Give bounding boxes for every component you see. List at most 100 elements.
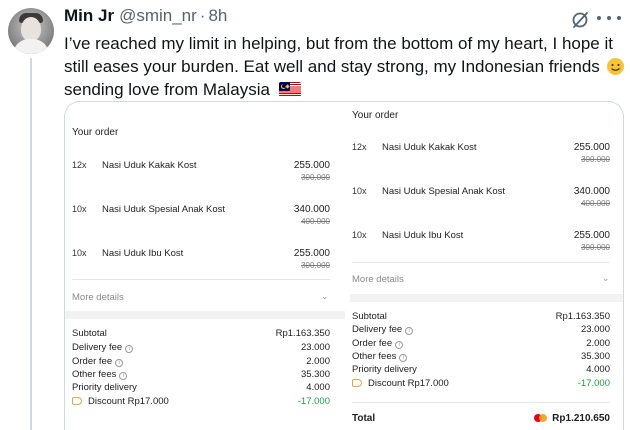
discount-label: Discount Rp17.000 [88,396,169,407]
section-separator [350,294,623,302]
subtotal-label: Subtotal [352,311,387,322]
item-qty: 10x [352,230,367,240]
item-qty: 12x [72,160,87,170]
avatar[interactable] [8,8,54,54]
order-fee-row: Order fee i 2.000 [352,338,610,351]
discount-tag-icon [72,397,82,405]
priority-delivery-value: 4.000 [306,382,330,393]
other-fees-row: Other fees i 35.300 [352,351,610,364]
item-price: 255.000 [573,142,610,153]
subtotal-label: Subtotal [72,328,107,339]
avatar-face [21,17,41,41]
order-fee-value: 2.000 [306,356,330,367]
order-fee-row: Order fee i 2.000 [72,356,330,369]
total-amount: Rp1.210.650 [534,413,610,424]
list-item: 10x Nasi Uduk Ibu Kost 255.000 300.000 [72,248,330,278]
discount-row: Discount Rp17.000 -17.000 [352,378,610,391]
malaysia-flag-icon [278,82,301,97]
tweet-header: Min Jr @smin_nr · 8h [64,6,227,28]
delivery-fee-value: 23.000 [300,342,330,353]
priority-delivery-row: Priority delivery 4.000 [352,364,610,377]
info-icon: i [115,359,124,367]
avatar-shirt [13,39,49,54]
item-old-price: 300.000 [301,261,330,270]
discount-value: -17.000 [577,378,610,389]
item-old-price: 400.000 [581,199,610,208]
info-icon: i [399,354,408,362]
delivery-fee-row: Delivery fee i 23.000 [352,324,610,337]
item-qty: 10x [72,248,87,258]
list-item: 10x Nasi Uduk Ibu Kost 255.000 300.000 [352,230,610,260]
order-title: Your order [352,110,399,121]
discount-value: -17.000 [297,396,330,407]
more-options-icon[interactable] [597,8,621,28]
list-item: 10x Nasi Uduk Spesial Anak Kost 340.000 … [72,204,330,234]
priority-delivery-row: Priority delivery 4.000 [72,382,330,395]
item-price: 340.000 [293,204,330,215]
info-icon: i [395,341,404,349]
delivery-fee-row: Delivery fee i 23.000 [72,342,330,355]
display-name[interactable]: Min Jr [64,6,114,26]
discount-label: Discount Rp17.000 [368,378,449,389]
other-fees-value: 35.300 [580,351,610,362]
tweet-media[interactable]: Your order 12x Nasi Uduk Kakak Kost 255.… [64,101,624,430]
section-separator [65,311,345,319]
item-qty: 10x [352,186,367,196]
priority-delivery-label: Priority delivery [352,364,417,375]
more-details-link: More details [72,292,124,303]
order-screenshot-left: Your order 12x Nasi Uduk Kakak Kost 255.… [65,102,345,430]
item-name: Nasi Uduk Kakak Kost [382,142,477,153]
subtotal-value: Rp1.163.350 [555,311,610,322]
divider [72,279,330,280]
order-fee-value: 2.000 [586,338,610,349]
info-icon: i [119,372,128,380]
separator-dot: · [199,6,206,25]
more-dot [617,16,621,20]
mastercard-icon [534,414,548,422]
grok-icon[interactable] [570,10,590,30]
subtotal-value: Rp1.163.350 [275,328,330,339]
chevron-down-icon: ⌄ [321,291,329,301]
subtotal-row: Subtotal Rp1.163.350 [72,328,330,341]
delivery-fee-value: 23.000 [580,324,610,335]
other-fees-label: Other fees [72,369,117,380]
total-label: Total [352,413,376,424]
order-screenshot-right: Your order 12x Nasi Uduk Kakak Kost 255.… [350,102,623,430]
item-name: Nasi Uduk Spesial Anak Kost [382,186,506,197]
more-details-link: More details [352,274,404,285]
more-dot [597,16,601,20]
chevron-down-icon: ⌄ [602,273,610,283]
total-value: Rp1.210.650 [552,413,610,424]
subtotal-row: Subtotal Rp1.163.350 [352,311,610,324]
item-old-price: 300.000 [581,243,610,252]
item-old-price: 300.000 [301,173,330,182]
other-fees-label: Other fees [352,351,397,362]
other-fees-row: Other fees i 35.300 [72,369,330,382]
discount-tag-icon [352,379,362,387]
list-item: 12x Nasi Uduk Kakak Kost 255.000 300.000 [352,142,610,172]
priority-delivery-value: 4.000 [586,364,610,375]
item-qty: 12x [352,142,367,152]
priority-delivery-label: Priority delivery [72,382,137,393]
user-handle[interactable]: @smin_nr [119,6,197,26]
timestamp[interactable]: 8h [208,6,227,26]
tweet-text-main: I’ve reached my limit in helping, but fr… [64,34,613,76]
more-dot [607,16,611,20]
item-name: Nasi Uduk Kakak Kost [102,160,197,171]
info-icon: i [405,327,414,335]
thread-line [30,58,32,430]
info-icon: i [125,345,134,353]
item-price: 255.000 [293,248,330,259]
item-name: Nasi Uduk Spesial Anak Kost [102,204,226,215]
item-price: 340.000 [573,186,610,197]
order-title: Your order [72,127,119,138]
item-qty: 10x [72,204,87,214]
item-price: 255.000 [573,230,610,241]
divider [352,402,610,403]
delivery-fee-label: Delivery fee [72,342,123,353]
order-fee-label: Order fee [72,356,113,367]
smiling-face-with-tear-emoji-icon [606,58,624,75]
list-item: 10x Nasi Uduk Spesial Anak Kost 340.000 … [352,186,610,216]
discount-row: Discount Rp17.000 -17.000 [72,396,330,409]
list-item: 12x Nasi Uduk Kakak Kost 255.000 300.000 [72,160,330,190]
